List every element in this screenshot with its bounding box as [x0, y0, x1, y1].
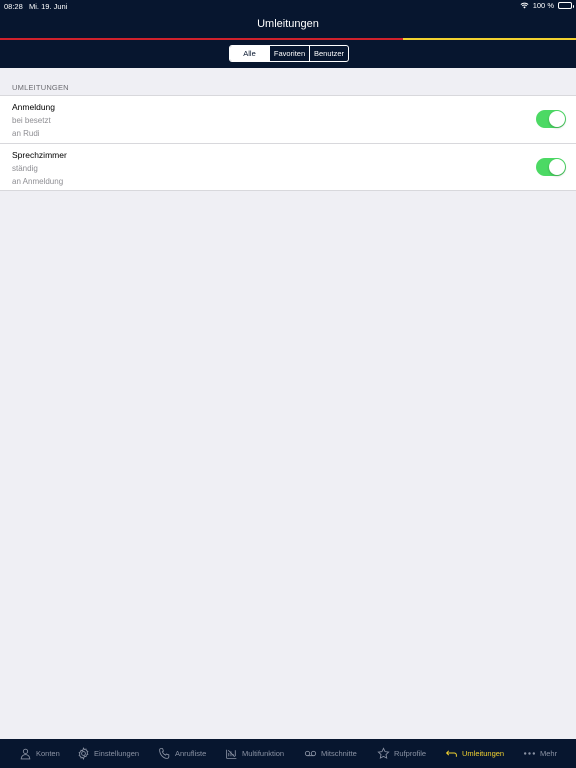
tab-label: Rufprofile	[394, 749, 427, 758]
flag-stripe-red	[0, 38, 403, 40]
tab-label: Einstellungen	[94, 749, 140, 758]
tab-konten[interactable]: Konten	[19, 739, 60, 768]
row-condition: bei besetzt	[12, 116, 51, 125]
forwarding-toggle[interactable]	[536, 110, 566, 128]
list-item[interactable]: Anmeldung bei besetzt an Rudi	[0, 96, 576, 143]
row-title: Sprechzimmer	[12, 150, 67, 160]
tab-label: Anrufliste	[175, 749, 207, 758]
star-icon	[377, 747, 390, 759]
tab-bar: Konten Einstellungen Anrufliste Multifun…	[0, 739, 576, 768]
tab-umleitungen[interactable]: Umleitungen	[445, 739, 504, 768]
battery-icon	[558, 2, 574, 9]
page-title: Umleitungen	[257, 18, 319, 30]
status-bar: 08:28 Mi. 19. Juni 100 %	[0, 0, 576, 12]
phone-icon	[159, 748, 170, 759]
wifi-icon	[520, 2, 529, 9]
row-target: an Anmeldung	[12, 177, 64, 186]
tab-einstellungen[interactable]: Einstellungen	[77, 739, 139, 768]
forwarding-list: Anmeldung bei besetzt an Rudi Sprechzimm…	[0, 95, 576, 191]
tab-mehr[interactable]: Mehr	[523, 739, 557, 768]
tab-mitschnitte[interactable]: Mitschnitte	[304, 739, 357, 768]
gear-icon	[78, 747, 89, 760]
tab-label: Mehr	[540, 749, 558, 758]
row-title: Anmeldung	[12, 102, 56, 112]
header: 08:28 Mi. 19. Juni 100 % Umleitungen All…	[0, 0, 576, 68]
row-condition: ständig	[12, 164, 38, 173]
flag-stripe-yellow	[403, 38, 576, 40]
tab-label: Umleitungen	[462, 749, 505, 758]
status-right: 100 %	[520, 1, 574, 10]
section-header: UMLEITUNGEN	[12, 83, 69, 92]
voicemail-icon	[304, 750, 317, 757]
tab-label: Mitschnitte	[321, 749, 357, 758]
forward-arrow-icon	[445, 750, 457, 757]
segment-users[interactable]: Benutzer	[309, 46, 348, 61]
tab-anrufliste[interactable]: Anrufliste	[158, 739, 206, 768]
filter-segmented-control: Alle Favoriten Benutzer	[229, 45, 349, 62]
status-date: Mi. 19. Juni	[29, 2, 68, 11]
forwarding-toggle[interactable]	[536, 158, 566, 176]
app-screen: 08:28 Mi. 19. Juni 100 % Umleitungen All…	[0, 0, 576, 768]
tab-rufprofile[interactable]: Rufprofile	[377, 739, 426, 768]
tab-label: Multifunktion	[242, 749, 285, 758]
segment-favorites[interactable]: Favoriten	[269, 46, 309, 61]
multifunction-icon	[226, 749, 237, 759]
more-dots-icon	[523, 752, 536, 755]
list-item[interactable]: Sprechzimmer ständig an Anmeldung	[0, 143, 576, 190]
battery-percent: 100 %	[532, 1, 554, 10]
person-icon	[20, 748, 31, 760]
segment-all[interactable]: Alle	[230, 46, 269, 61]
row-target: an Rudi	[12, 129, 40, 138]
status-time: 08:28	[4, 2, 23, 11]
tab-label: Konten	[36, 749, 60, 758]
flag-stripe	[0, 38, 576, 40]
tab-multifunktion[interactable]: Multifunktion	[225, 739, 284, 768]
